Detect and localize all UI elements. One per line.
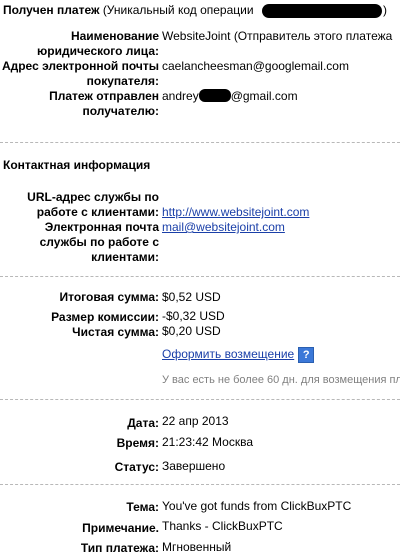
subject-label: Тема: xyxy=(126,500,159,514)
company-label: Наименование юридического лица: xyxy=(37,29,159,58)
refund-link[interactable]: Оформить возмещение xyxy=(162,347,294,361)
redacted-operation-code xyxy=(262,4,382,18)
divider xyxy=(0,399,400,400)
note-value: Thanks - ClickBuxPTC xyxy=(162,519,283,533)
fee-label: Размер комиссии: xyxy=(51,310,159,324)
payment-title: Получен платеж xyxy=(3,3,100,17)
date-label: Дата: xyxy=(127,416,159,430)
support-email-link[interactable]: mail@websitejoint.com xyxy=(162,220,285,235)
buyer-email-value: caelancheesman@googlemail.com xyxy=(162,59,349,73)
payment-type-value: Мгновенный xyxy=(162,540,232,554)
time-value: 21:23:42 Москва xyxy=(162,435,254,449)
payment-header: Получен платеж (Уникальный код операции xyxy=(3,3,254,18)
recipient-label: Платеж отправлен получателю: xyxy=(49,89,159,118)
status-label: Статус: xyxy=(114,460,159,474)
divider xyxy=(0,142,400,143)
total-value: $0,52 USD xyxy=(162,290,221,304)
status-value: Завершено xyxy=(162,459,226,473)
recipient-value: andrey @gmail.com xyxy=(162,89,298,103)
date-value: 22 апр 2013 xyxy=(162,414,229,428)
support-url-link[interactable]: http://www.websitejoint.com xyxy=(162,205,309,220)
note-label: Примечание. xyxy=(82,521,159,535)
time-label: Время: xyxy=(116,436,159,450)
contact-section-title: Контактная информация xyxy=(3,158,151,172)
company-value: WebsiteJoint (Отправитель этого платежа xyxy=(162,29,393,43)
help-icon[interactable]: ? xyxy=(298,347,315,363)
operation-code-close: ) xyxy=(383,3,387,17)
subject-value: You've got funds from ClickBuxPTC xyxy=(162,499,352,513)
net-label: Чистая сумма: xyxy=(72,325,159,339)
divider xyxy=(0,484,400,485)
support-email-label: Электронная почта службы по работе с кли… xyxy=(39,220,159,264)
net-value: $0,20 USD xyxy=(162,324,221,338)
total-label: Итоговая сумма: xyxy=(59,290,159,304)
support-url-label: URL-адрес службы по работе с клиентами: xyxy=(27,190,159,219)
refund-note: У вас есть не более 60 дн. для возмещени… xyxy=(162,374,400,386)
payment-type-label: Тип платежа: xyxy=(80,541,159,555)
redacted-recipient xyxy=(198,89,231,102)
refund-row: Оформить возмещение? xyxy=(162,347,315,363)
fee-value: -$0,32 USD xyxy=(162,309,225,323)
buyer-email-label: Адрес электронной почты покупателя: xyxy=(1,59,159,88)
operation-code-label: (Уникальный код операции xyxy=(102,3,254,17)
divider xyxy=(0,276,400,277)
